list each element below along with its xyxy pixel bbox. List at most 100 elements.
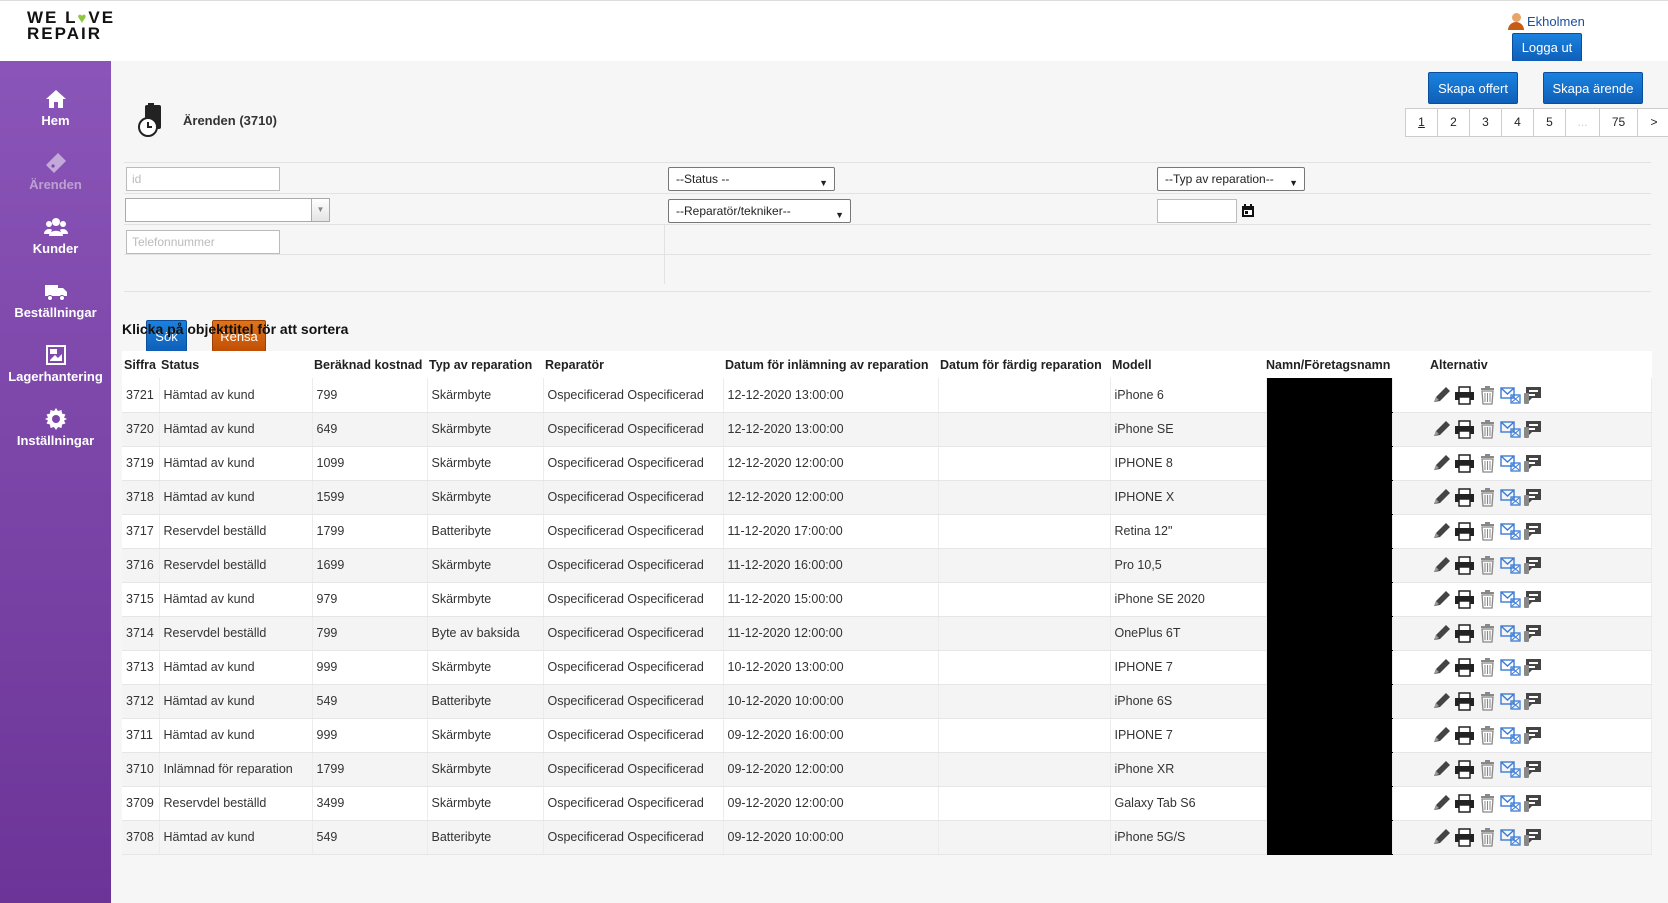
column-header-repair-type[interactable]: Typ av reparation xyxy=(427,351,543,378)
logout-button[interactable]: Logga ut xyxy=(1512,33,1582,62)
phone-input[interactable] xyxy=(126,230,280,254)
delete-icon[interactable] xyxy=(1477,589,1498,609)
edit-icon[interactable] xyxy=(1431,725,1452,745)
sms-icon[interactable] xyxy=(1523,419,1544,439)
edit-icon[interactable] xyxy=(1431,487,1452,507)
print-icon[interactable] xyxy=(1454,759,1475,779)
email-icon[interactable] xyxy=(1499,419,1521,439)
column-header-technician[interactable]: Reparatör xyxy=(543,351,723,378)
sms-icon[interactable] xyxy=(1523,453,1544,473)
edit-icon[interactable] xyxy=(1431,521,1452,541)
table-row[interactable]: 3712 Hämtad av kund 549 Batteribyte Ospecifi… xyxy=(122,684,1652,719)
sms-icon[interactable] xyxy=(1523,589,1544,609)
print-icon[interactable] xyxy=(1454,419,1475,439)
sms-icon[interactable] xyxy=(1523,793,1544,813)
edit-icon[interactable] xyxy=(1431,555,1452,575)
email-icon[interactable] xyxy=(1499,793,1521,813)
table-row[interactable]: 3720 Hämtad av kund 649 Skärmbyte Ospecifice… xyxy=(122,412,1652,447)
print-icon[interactable] xyxy=(1454,623,1475,643)
email-icon[interactable] xyxy=(1499,521,1521,541)
delete-icon[interactable] xyxy=(1477,521,1498,541)
email-icon[interactable] xyxy=(1499,453,1521,473)
column-header-finished-date[interactable]: Datum för färdig reparation xyxy=(938,351,1110,378)
email-icon[interactable] xyxy=(1499,487,1521,507)
page-link-last[interactable]: 75 xyxy=(1600,109,1638,136)
print-icon[interactable] xyxy=(1454,725,1475,745)
email-icon[interactable] xyxy=(1499,725,1521,745)
edit-icon[interactable] xyxy=(1431,385,1452,405)
table-row[interactable]: 3717 Reservdel beställd 1799 Batteribyte Osp… xyxy=(122,514,1652,549)
edit-icon[interactable] xyxy=(1431,453,1452,473)
sms-icon[interactable] xyxy=(1523,827,1544,847)
column-header-status[interactable]: Status xyxy=(159,351,312,378)
delete-icon[interactable] xyxy=(1477,385,1498,405)
email-icon[interactable] xyxy=(1499,657,1521,677)
table-row[interactable]: 3713 Hämtad av kund 999 Skärmbyte Ospecifice… xyxy=(122,650,1652,685)
table-row[interactable]: 3709 Reservdel beställd 3499 Skärmbyte Ospec… xyxy=(122,786,1652,821)
print-icon[interactable] xyxy=(1454,521,1475,541)
print-icon[interactable] xyxy=(1454,555,1475,575)
table-row[interactable]: 3710 Inlämnad för reparation 1799 Skärmbyte… xyxy=(122,752,1652,787)
sms-icon[interactable] xyxy=(1523,691,1544,711)
table-row[interactable]: 3721 Hämtad av kund 799 Skärmbyte Ospecifice… xyxy=(122,378,1652,413)
edit-icon[interactable] xyxy=(1431,759,1452,779)
email-icon[interactable] xyxy=(1499,589,1521,609)
sms-icon[interactable] xyxy=(1523,657,1544,677)
delete-icon[interactable] xyxy=(1477,793,1498,813)
email-icon[interactable] xyxy=(1499,691,1521,711)
create-case-button[interactable]: Skapa ärende xyxy=(1543,72,1643,104)
delete-icon[interactable] xyxy=(1477,419,1498,439)
sms-icon[interactable] xyxy=(1523,521,1544,541)
sidebar-item-inventory[interactable]: Lagerhantering xyxy=(0,343,111,405)
page-next-button[interactable]: > xyxy=(1638,109,1668,136)
delete-icon[interactable] xyxy=(1477,555,1498,575)
create-offer-button[interactable]: Skapa offert xyxy=(1428,72,1518,104)
column-header-submitted-date[interactable]: Datum för inlämning av reparation xyxy=(723,351,938,378)
table-row[interactable]: 3715 Hämtad av kund 979 Skärmbyte Ospecifice… xyxy=(122,582,1652,617)
edit-icon[interactable] xyxy=(1431,419,1452,439)
sidebar-item-settings[interactable]: Inställningar xyxy=(0,407,111,469)
column-header-model[interactable]: Modell xyxy=(1110,351,1266,378)
sidebar-item-customers[interactable]: Kunder xyxy=(0,215,111,277)
page-link-3[interactable]: 3 xyxy=(1470,109,1502,136)
delete-icon[interactable] xyxy=(1477,623,1498,643)
page-link-1[interactable]: 1 xyxy=(1406,109,1438,136)
sms-icon[interactable] xyxy=(1523,487,1544,507)
user-name[interactable]: Ekholmen xyxy=(1527,14,1585,29)
print-icon[interactable] xyxy=(1454,589,1475,609)
delete-icon[interactable] xyxy=(1477,759,1498,779)
page-link-4[interactable]: 4 xyxy=(1502,109,1534,136)
sidebar-item-orders[interactable]: Beställningar xyxy=(0,279,111,341)
id-input[interactable] xyxy=(126,167,280,191)
chevron-down-icon[interactable]: ▼ xyxy=(311,199,329,221)
email-icon[interactable] xyxy=(1499,555,1521,575)
sms-icon[interactable] xyxy=(1523,555,1544,575)
table-row[interactable]: 3711 Hämtad av kund 999 Skärmbyte Ospecifice… xyxy=(122,718,1652,753)
delete-icon[interactable] xyxy=(1477,657,1498,677)
print-icon[interactable] xyxy=(1454,827,1475,847)
column-header-number[interactable]: Siffra xyxy=(122,351,159,378)
delete-icon[interactable] xyxy=(1477,691,1498,711)
column-header-customer-name[interactable]: Namn/Företagsnamn xyxy=(1266,351,1392,378)
sms-icon[interactable] xyxy=(1523,725,1544,745)
edit-icon[interactable] xyxy=(1431,827,1452,847)
delete-icon[interactable] xyxy=(1477,487,1498,507)
edit-icon[interactable] xyxy=(1431,623,1452,643)
edit-icon[interactable] xyxy=(1431,657,1452,677)
email-icon[interactable] xyxy=(1499,827,1521,847)
customer-combobox[interactable]: ▼ xyxy=(125,198,330,222)
sms-icon[interactable] xyxy=(1523,623,1544,643)
sms-icon[interactable] xyxy=(1523,759,1544,779)
table-row[interactable]: 3719 Hämtad av kund 1099 Skärmbyte Ospecific… xyxy=(122,446,1652,481)
delete-icon[interactable] xyxy=(1477,725,1498,745)
technician-select[interactable]: --Reparatör/tekniker-- ▼ xyxy=(668,199,851,223)
table-row[interactable]: 3716 Reservdel beställd 1699 Skärmbyte Ospec… xyxy=(122,548,1652,583)
table-row[interactable]: 3708 Hämtad av kund 549 Batteribyte Ospecifi… xyxy=(122,820,1652,855)
table-row[interactable]: 3714 Reservdel beställd 799 Byte av baksida… xyxy=(122,616,1652,651)
edit-icon[interactable] xyxy=(1431,691,1452,711)
repair-type-select[interactable]: --Typ av reparation-- ▼ xyxy=(1157,167,1305,191)
page-link-5[interactable]: 5 xyxy=(1534,109,1566,136)
column-header-cost[interactable]: Beräknad kostnad xyxy=(312,351,427,378)
edit-icon[interactable] xyxy=(1431,793,1452,813)
print-icon[interactable] xyxy=(1454,793,1475,813)
